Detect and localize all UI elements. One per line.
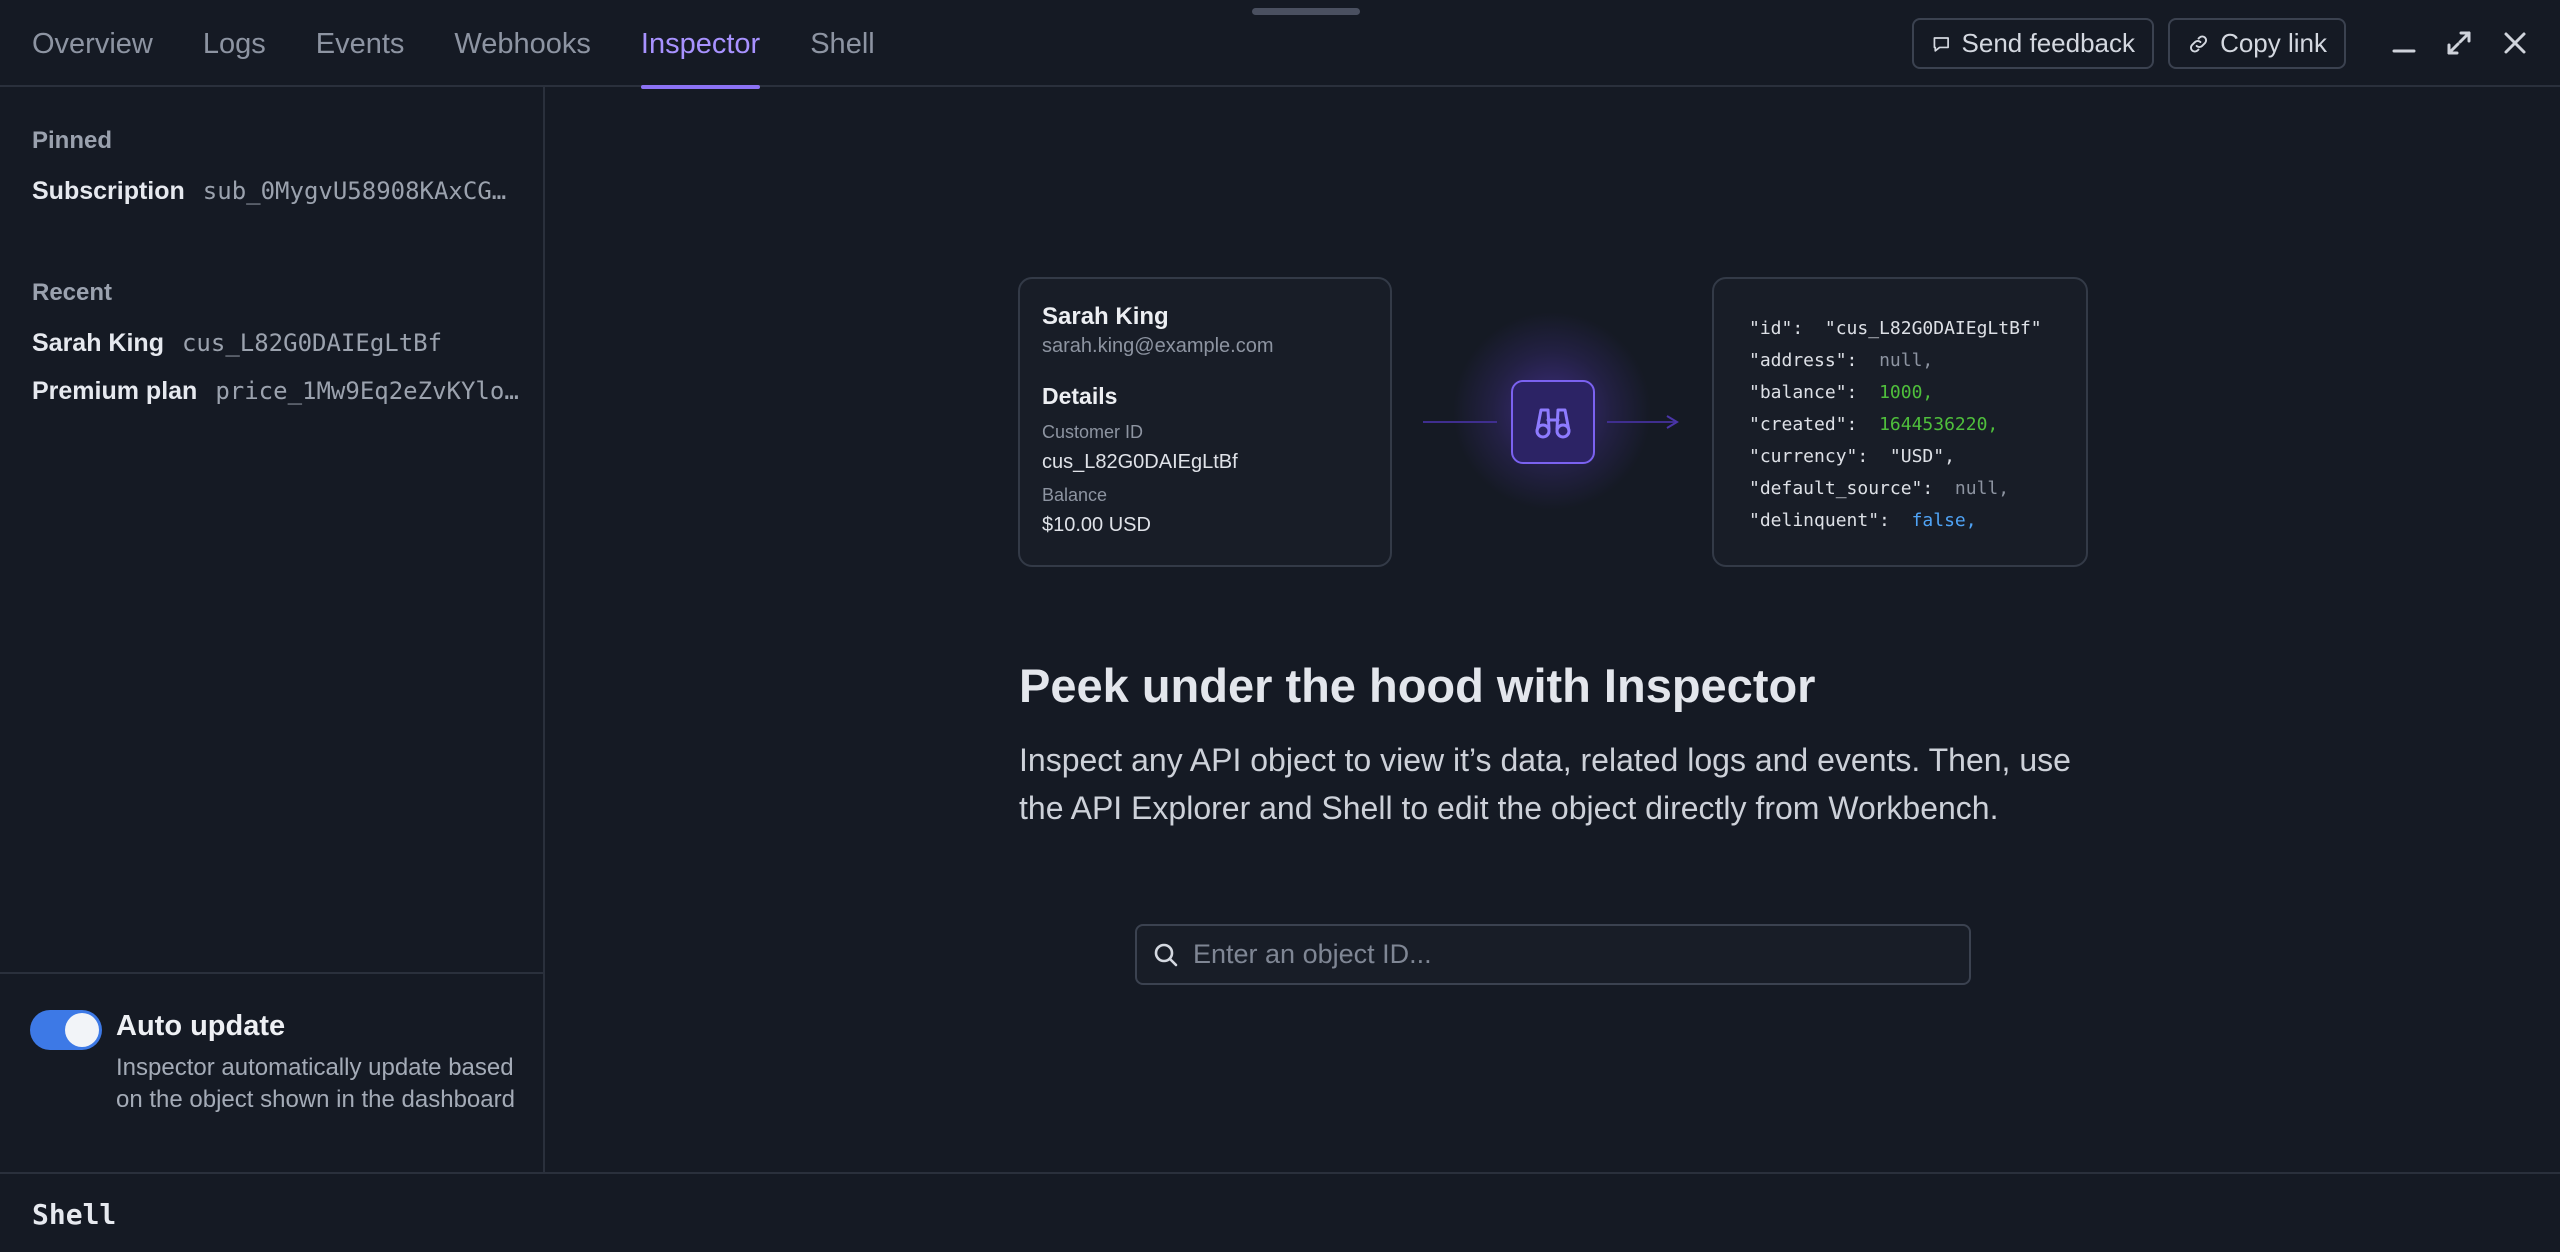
pinned-item-subscription[interactable]: Subscription sub_0MygvU58908KAxCG… (32, 171, 519, 211)
sidebar: Pinned Subscription sub_0MygvU58908KAxCG… (0, 87, 545, 1172)
connector-line-left (1423, 421, 1497, 423)
pinned-section-title: Pinned (32, 127, 113, 154)
arrow-head-icon (1666, 415, 1679, 429)
tab-shell[interactable]: Shell (810, 0, 875, 87)
json-value: null, (1879, 350, 1934, 371)
json-key: "address": (1749, 350, 1858, 371)
json-key: "id": (1749, 318, 1804, 339)
customer-id-label: Customer ID (1042, 422, 1144, 442)
pinned-item-value: sub_0MygvU58908KAxCG… (202, 177, 507, 205)
json-key: "delinquent": (1749, 510, 1890, 531)
recent-item-value: price_1Mw9Eq2eZvKYlo… (215, 377, 519, 405)
link-icon (2190, 34, 2208, 53)
recent-item-customer[interactable]: Sarah King cus_L82G0DAIEgLtBf (32, 323, 519, 363)
details-heading: Details (1042, 383, 1118, 409)
recent-item-label: Sarah King (32, 328, 164, 357)
json-value: "USD", (1889, 446, 1955, 467)
search-icon (1154, 943, 1178, 967)
close-icon[interactable] (2498, 26, 2532, 60)
json-key: "default_source": (1749, 478, 1934, 499)
shell-label: Shell (32, 1198, 117, 1231)
binoculars-badge (1511, 380, 1595, 464)
balance-value: $10.00 USD (1042, 514, 1151, 536)
auto-update-panel: Auto update Inspector automatically upda… (0, 972, 543, 1172)
json-line: "balance": 1000, (1749, 377, 2086, 409)
send-feedback-label: Send feedback (1961, 28, 2135, 58)
top-bar: Overview Logs Events Webhooks Inspector … (0, 0, 2560, 89)
json-line: "id": "cus_L82G0DAIEgLtBf" (1749, 313, 2086, 345)
json-key: "created": (1749, 414, 1858, 435)
tab-bar: Overview Logs Events Webhooks Inspector … (32, 0, 925, 89)
send-feedback-button[interactable]: Send feedback (1912, 18, 2154, 69)
tab-overview[interactable]: Overview (32, 0, 153, 87)
json-line: "delinquent": false, (1749, 505, 2086, 537)
json-value: 1644536220, (1879, 414, 1999, 435)
speech-bubble-icon (1933, 36, 1949, 52)
tab-webhooks[interactable]: Webhooks (454, 0, 591, 87)
recent-item-price[interactable]: Premium plan price_1Mw9Eq2eZvKYlo… (32, 371, 519, 411)
customer-preview-card: Sarah King sarah.king@example.com Detail… (1018, 277, 1392, 567)
copy-link-label: Copy link (2220, 28, 2327, 58)
json-line: "default_source": null, (1749, 473, 2086, 505)
object-id-input[interactable] (1193, 926, 1953, 983)
shell-bar[interactable]: Shell (0, 1172, 2560, 1252)
hero-title: Peek under the hood with Inspector (1019, 659, 1816, 712)
pinned-item-label: Subscription (32, 176, 185, 205)
recent-item-value: cus_L82G0DAIEgLtBf (181, 329, 443, 357)
json-line: "address": null, (1749, 345, 2086, 377)
json-line: "created": 1644536220, (1749, 409, 2086, 441)
hero-description: Inspect any API object to view it’s data… (1019, 742, 2071, 826)
json-value: "cus_L82G0DAIEgLtBf" (1824, 318, 2042, 339)
json-key: "currency": (1749, 446, 1869, 467)
json-preview-card: "id": "cus_L82G0DAIEgLtBf" "address": nu… (1712, 277, 2088, 567)
customer-email: sarah.king@example.com (1042, 335, 1274, 357)
customer-id-value: cus_L82G0DAIEgLtBf (1042, 451, 1238, 473)
json-value: 1000, (1879, 382, 1934, 403)
customer-name: Sarah King (1042, 303, 1169, 330)
object-search-box (1135, 924, 1971, 985)
recent-section-title: Recent (32, 279, 113, 306)
recent-item-label: Premium plan (32, 376, 198, 405)
tab-events[interactable]: Events (316, 0, 405, 87)
json-value: null, (1954, 478, 2010, 499)
balance-label: Balance (1042, 485, 1108, 505)
auto-update-title: Auto update (116, 1010, 286, 1042)
json-key: "balance": (1749, 382, 1858, 403)
json-line: "currency": "USD", (1749, 441, 2086, 473)
auto-update-description: Inspector automatically update based on … (116, 1054, 515, 1113)
inspector-window: Overview Logs Events Webhooks Inspector … (0, 0, 2560, 1252)
toggle-knob (65, 1013, 99, 1047)
tab-inspector[interactable]: Inspector (640, 0, 761, 89)
binoculars-icon (1535, 408, 1571, 439)
copy-link-button[interactable]: Copy link (2168, 18, 2346, 69)
tab-logs[interactable]: Logs (203, 0, 266, 87)
auto-update-toggle[interactable] (30, 1010, 102, 1050)
minimize-icon[interactable] (2387, 26, 2421, 60)
expand-icon[interactable] (2442, 26, 2476, 60)
json-value: false, (1911, 510, 1977, 531)
